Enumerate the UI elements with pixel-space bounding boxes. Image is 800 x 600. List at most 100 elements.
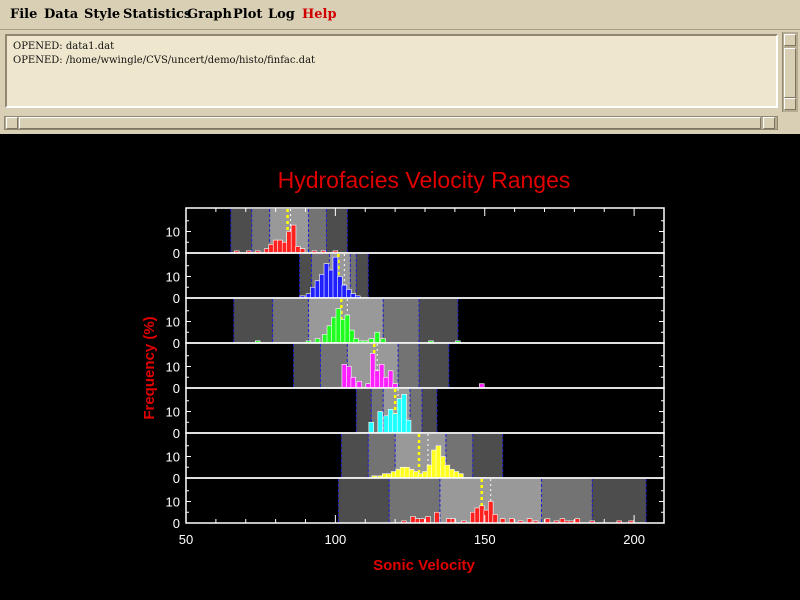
- histogram-bar: [449, 469, 455, 479]
- velocity-range-band: [410, 389, 423, 433]
- velocity-range-band: [233, 299, 273, 343]
- menu-data[interactable]: Data: [44, 7, 78, 22]
- vertical-scroll-thumb[interactable]: [784, 48, 796, 98]
- log-textarea[interactable]: OPENED: data1.dat OPENED: /home/wwingle/…: [5, 34, 778, 108]
- histogram-bar: [326, 325, 333, 344]
- histogram-bar: [370, 353, 376, 389]
- histogram-bar: [387, 409, 394, 434]
- velocity-range-band: [541, 479, 593, 523]
- histogram-bar: [295, 246, 301, 254]
- histogram-bar: [387, 370, 394, 389]
- y-tick-label: 0: [173, 516, 180, 531]
- menu-graph[interactable]: Graph: [187, 7, 232, 22]
- histogram-bar: [492, 514, 498, 524]
- horizontal-scroll-thumb[interactable]: [19, 117, 761, 129]
- histogram-bar: [488, 501, 494, 524]
- y-tick-label: 0: [173, 381, 180, 396]
- histogram-bar: [479, 505, 485, 524]
- histogram-bar: [374, 331, 380, 344]
- histogram-bar: [281, 241, 288, 254]
- histogram-bar: [440, 456, 446, 479]
- velocity-range-band: [419, 344, 449, 388]
- histogram-bar: [474, 507, 480, 524]
- scroll-up-arrow-icon[interactable]: [784, 34, 796, 46]
- velocity-range-band: [341, 434, 369, 478]
- menu-plot[interactable]: Plot: [233, 7, 262, 22]
- histogram-bar: [277, 239, 283, 254]
- histogram-bar: [350, 376, 356, 389]
- x-tick-label: 150: [474, 532, 496, 547]
- x-axis-label: Sonic Velocity: [373, 557, 475, 574]
- histogram-bar: [408, 469, 415, 479]
- y-tick-label: 10: [166, 225, 180, 240]
- histogram-bar: [272, 239, 279, 254]
- histogram-bar: [377, 411, 383, 434]
- y-tick-label: 0: [173, 336, 180, 351]
- menu-style[interactable]: Style: [84, 7, 120, 22]
- histogram-bar: [268, 244, 274, 254]
- histogram-bar: [323, 263, 330, 299]
- y-tick-label: 10: [166, 360, 180, 375]
- velocity-range-band: [308, 209, 327, 253]
- menu-statistics[interactable]: Statistics: [123, 7, 191, 22]
- histogram-bar: [328, 269, 334, 299]
- scroll-down-arrow-icon[interactable]: [784, 98, 796, 110]
- velocity-range-band: [326, 209, 348, 253]
- histogram-panel-7: 010: [166, 477, 665, 531]
- y-tick-label: 10: [166, 405, 180, 420]
- histogram-bar: [444, 464, 451, 479]
- histogram-bar: [410, 516, 416, 524]
- menu-log[interactable]: Log: [268, 7, 295, 22]
- histogram-bar: [395, 469, 401, 479]
- y-tick-label: 10: [166, 270, 180, 285]
- x-tick-label: 50: [179, 532, 193, 547]
- histogram-bar: [335, 308, 342, 344]
- histogram-bar: [396, 398, 403, 434]
- velocity-range-band: [230, 209, 252, 253]
- velocity-range-band: [272, 299, 309, 343]
- log-horizontal-scrollbar[interactable]: [4, 116, 778, 130]
- velocity-range-band: [422, 389, 437, 433]
- scroll-left-arrow-icon[interactable]: [6, 117, 18, 129]
- y-axis-label: Frequency (%): [141, 316, 158, 419]
- histogram-bar: [349, 329, 355, 344]
- log-vertical-scrollbar[interactable]: [782, 32, 798, 112]
- x-tick-label: 200: [623, 532, 645, 547]
- histogram-bar: [346, 289, 352, 299]
- histogram-bar: [401, 393, 407, 434]
- y-tick-label: 0: [173, 246, 180, 261]
- y-tick-label: 0: [173, 291, 180, 306]
- histogram-bar: [322, 334, 328, 344]
- velocity-range-band: [472, 434, 503, 478]
- histogram-bar: [453, 471, 460, 479]
- scroll-right-arrow-icon[interactable]: [763, 117, 775, 129]
- velocity-range-band: [592, 479, 647, 523]
- histogram-bar: [390, 471, 397, 479]
- histogram-bar: [356, 381, 362, 389]
- menu-file[interactable]: File: [10, 7, 37, 22]
- histogram-bar: [470, 511, 476, 524]
- histogram-bar: [431, 449, 437, 479]
- histogram-bar: [290, 224, 297, 254]
- x-tick-label: 100: [325, 532, 347, 547]
- histogram-bar: [319, 274, 325, 299]
- histogram-bar: [314, 280, 321, 299]
- log-line: OPENED: /home/wwingle/CVS/uncert/demo/hi…: [13, 55, 316, 66]
- menu-help[interactable]: Help: [302, 7, 337, 22]
- velocity-range-band: [356, 254, 369, 298]
- histogram-bar: [399, 466, 406, 479]
- histogram-bar: [368, 421, 374, 434]
- histogram-bar: [340, 319, 346, 344]
- histogram-bar: [392, 413, 398, 434]
- histogram-chart: Hydrofacies Velocity Ranges Sonic Veloci…: [141, 167, 665, 574]
- histogram-bar: [413, 471, 419, 479]
- y-tick-label: 0: [173, 426, 180, 441]
- y-tick-label: 10: [166, 495, 180, 510]
- histogram-bar: [405, 419, 412, 434]
- histogram-bar: [435, 445, 442, 479]
- histogram-bar: [331, 316, 337, 344]
- histogram-bar: [344, 314, 351, 344]
- log-line: OPENED: data1.dat: [13, 41, 115, 52]
- velocity-range-band: [293, 344, 321, 388]
- histogram-bar: [426, 464, 433, 479]
